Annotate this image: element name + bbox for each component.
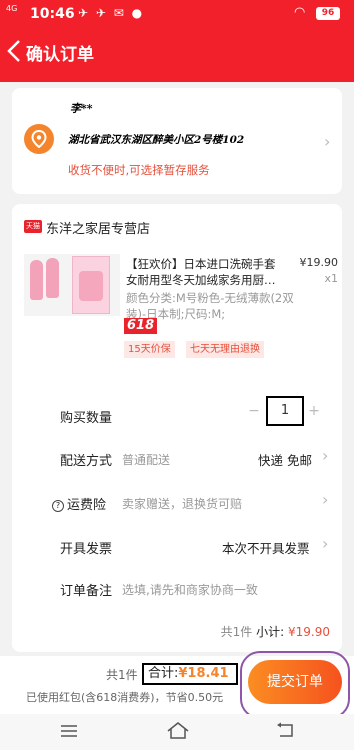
insurance-label: ? 运费险 <box>52 494 106 513</box>
home-icon[interactable] <box>166 720 190 740</box>
quantity-stepper[interactable]: − 1 + <box>244 396 324 426</box>
delivery-hint: 普通配送 <box>122 453 171 467</box>
invoice-value[interactable]: 本次不开具发票 <box>222 538 310 557</box>
recipient-name: 李** <box>70 102 93 115</box>
glove-shape <box>46 258 59 298</box>
status-bar: 4G 10:46 ✈ ✈ ✉ ● ◠ 96 <box>0 0 354 28</box>
chevron-right-icon: › <box>322 446 329 465</box>
delivery-tip[interactable]: 收货不便时,可选择暂存服务 <box>68 162 210 178</box>
submit-order-button[interactable]: 提交订单 <box>248 660 342 704</box>
total-amount: 合计:¥18.41 <box>142 663 238 685</box>
delivery-value[interactable]: 快递 免邮 <box>258 450 312 469</box>
page-title: 确认订单 <box>26 45 94 65</box>
help-icon[interactable]: ? <box>52 500 64 512</box>
location-pin-icon <box>24 124 54 154</box>
invoice-label: 开具发票 <box>60 542 113 557</box>
quantity-label: 购买数量 <box>60 411 113 426</box>
address-detail: 湖北省武汉东湖区醉美小区2号楼102 <box>68 134 245 146</box>
chevron-right-icon: › <box>322 534 329 553</box>
promo-badge: 618 <box>124 318 158 334</box>
product-image[interactable] <box>24 254 120 316</box>
insurance-hint: 卖家赠送，退换货可赔 <box>122 497 243 511</box>
item-count: 共1件 <box>106 668 138 682</box>
product-title[interactable]: 【狂欢价】日本进口洗碗手套女耐用型冬天加绒家务用厨… <box>126 256 282 288</box>
top-bar: 4G 10:46 ✈ ✈ ✉ ● ◠ 96 确认订单 <box>0 0 354 82</box>
package-shape <box>72 256 110 314</box>
back-arrow-icon[interactable] <box>4 37 26 65</box>
address-card[interactable]: 李** 湖北省武汉东湖区醉美小区2号楼102 收货不便时,可选择暂存服务 › <box>12 88 342 194</box>
subtotal: 共1件 小计: ¥19.90 <box>220 625 330 639</box>
delivery-label: 配送方式 <box>60 454 113 469</box>
discount-note: 已使用红包(含618消费券)，节省0.50元 <box>26 691 224 704</box>
notification-icons: ✈ ✈ ✉ ● <box>78 6 145 20</box>
quantity-input[interactable]: 1 <box>266 396 304 426</box>
product-price: ¥19.90 <box>299 256 339 269</box>
increment-button[interactable]: + <box>304 399 324 423</box>
service-tag: 七天无理由退换 <box>186 341 264 358</box>
status-time: 10:46 <box>30 6 75 22</box>
decrement-button[interactable]: − <box>244 399 264 423</box>
back-icon[interactable] <box>276 722 296 738</box>
order-card: 天猫 东洋之家居专营店 【狂欢价】日本进口洗碗手套女耐用型冬天加绒家务用厨… ¥… <box>12 204 342 652</box>
signal-indicator: 4G <box>6 4 18 13</box>
system-navigation-bar <box>0 714 354 750</box>
tmall-badge: 天猫 <box>24 220 42 233</box>
service-tag: 15天价保 <box>124 341 175 358</box>
wifi-icon: ◠ <box>294 5 306 20</box>
remark-input[interactable]: 选填,请先和商家协商一致 <box>122 581 258 598</box>
product-quantity: x1 <box>324 272 338 285</box>
chevron-right-icon: › <box>324 132 331 151</box>
remark-label: 订单备注 <box>60 584 113 599</box>
battery-indicator: 96 <box>316 7 340 20</box>
menu-icon[interactable] <box>60 724 78 738</box>
glove-shape <box>30 260 43 300</box>
chevron-right-icon[interactable]: › <box>322 490 328 509</box>
shop-name[interactable]: 东洋之家居专营店 <box>46 218 150 237</box>
